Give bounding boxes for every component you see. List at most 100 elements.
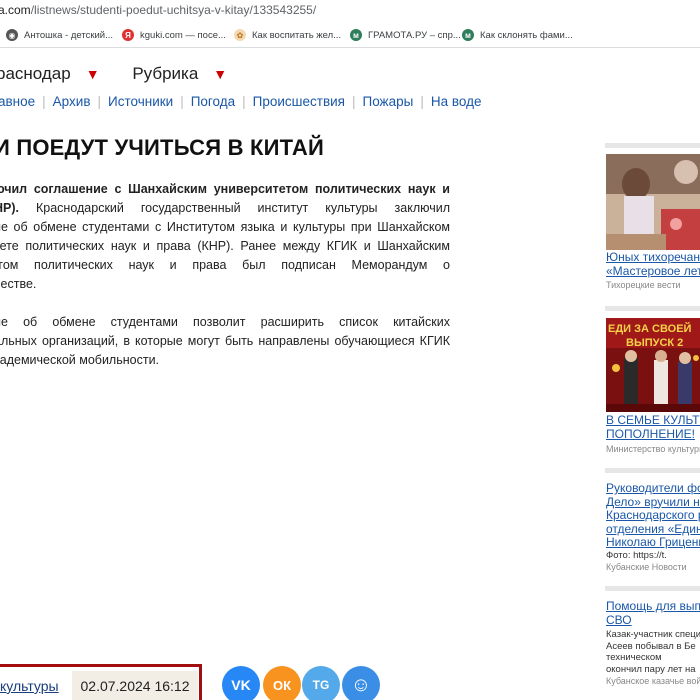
article-headline: И ПОЕДУТ УЧИТЬСЯ В КИТАЙ: [0, 135, 324, 160]
nav-separator: |: [180, 94, 184, 109]
nav-incidents[interactable]: Происшествия: [253, 94, 345, 109]
paragraph-line: тете политических наук и права (КНР). Ра…: [0, 239, 450, 253]
link-line: Помощь для выпу: [606, 600, 700, 613]
nav-separator: |: [351, 94, 356, 109]
sidebar-divider: [605, 468, 700, 473]
nav-weather[interactable]: Погода: [191, 94, 235, 109]
nav-separator: |: [420, 94, 424, 109]
sidebar-divider: [605, 143, 700, 148]
site-selectors: раснодар ▼ Рубрика ▼: [0, 64, 255, 84]
link-line: Дело» вручили на: [606, 494, 700, 509]
bookmark-label: Как воспитать жел...: [252, 29, 342, 41]
text-line: Асеев побывал в Бе: [606, 640, 696, 652]
source-link[interactable]: культуры: [0, 678, 59, 694]
telegram-share-button[interactable]: TG: [302, 666, 340, 700]
text-line: Казак-участник специ: [606, 629, 700, 640]
globe-icon: ◉: [6, 29, 18, 41]
vk-icon: VK: [231, 677, 251, 693]
sidebar-image-2[interactable]: ЕДИ ЗА СВОЕЙ ВЫПУСК 2: [606, 318, 700, 412]
text-line: техническом: [606, 652, 662, 663]
region-label: раснодар: [0, 64, 71, 83]
sidebar-text-4: Казак-участник специ Асеев побывал в Бе …: [606, 629, 700, 675]
link-line: СВО: [606, 612, 632, 627]
text-line: окончил пару лет на: [606, 663, 696, 675]
address-bar[interactable]: a.com/listnews/studenti-poedut-uchitsya-…: [0, 0, 700, 22]
link-line: ПОПОЛНЕНИЕ!: [606, 426, 695, 441]
sidebar-source-4: Кубанское казачье вой: [606, 676, 700, 686]
link-line: В СЕМЬЕ КУЛЬТУ: [606, 414, 700, 427]
banner-text: ЕДИ ЗА СВОЕЙ: [608, 322, 692, 335]
bookmark-label: ГРАМОТА.РУ – спр...: [368, 29, 461, 41]
bookmark-sklonyat[interactable]: м Как склонять фами...: [462, 27, 573, 43]
odnoklassniki-share-button[interactable]: ОК: [263, 666, 301, 700]
link-line: Руководители фо: [606, 482, 700, 495]
sidebar-source-3: Кубанские Новости: [606, 562, 687, 572]
url-path: /listnews/studenti-poedut-uchitsya-v-kit…: [30, 3, 317, 17]
nav-separator: |: [42, 94, 46, 109]
bookmark-label: kguki.com — посе...: [140, 29, 226, 41]
nav-sources[interactable]: Источники: [108, 94, 173, 109]
odnoklassniki-icon: ОК: [272, 677, 292, 693]
url-text[interactable]: a.com/listnews/studenti-poedut-uchitsya-…: [0, 3, 316, 17]
paragraph-line: НР). Краснодарский государственный инсти…: [0, 199, 450, 218]
sidebar-caption-3: Фото: https://t.: [606, 550, 667, 561]
gramota-icon: м: [350, 29, 362, 41]
gramota-icon: м: [462, 29, 474, 41]
nav-main[interactable]: авное: [0, 94, 35, 109]
telegram-icon: TG: [312, 678, 330, 692]
nav-fires[interactable]: Пожары: [363, 94, 414, 109]
sidebar-link-3[interactable]: Руководители фо Дело» вручили на Краснод…: [606, 482, 700, 550]
bookmark-kguki[interactable]: Я kguki.com — посе...: [122, 27, 226, 43]
vk-share-button[interactable]: VK: [222, 666, 260, 700]
bookmark-gramota[interactable]: м ГРАМОТА.РУ – спр...: [350, 27, 461, 43]
bold-prefix: НР).: [0, 201, 19, 215]
url-domain: a.com: [0, 3, 31, 17]
sidebar-source-2: Министерство культуры: [606, 444, 700, 454]
paragraph-line: ггом политических наук и права был подпи…: [0, 258, 450, 272]
bookmark-vospitat[interactable]: ✿ Как воспитать жел...: [234, 27, 341, 43]
paragraph-line: ие об обмене студентами с Институтом язы…: [0, 220, 450, 234]
bookmark-label: Антошка - детский...: [24, 29, 114, 41]
link-line: Краснодарского р: [606, 508, 700, 522]
smile-share-button[interactable]: ☺: [342, 666, 380, 700]
link-line: Юных тихоречан н: [606, 251, 700, 264]
yandex-icon: Я: [122, 29, 134, 41]
nav-separator: |: [97, 94, 102, 109]
sidebar-link-4[interactable]: Помощь для выпу СВО: [606, 600, 700, 627]
sidebar-image-1[interactable]: [606, 154, 700, 250]
bookmark-label: Как склонять фами...: [480, 29, 573, 41]
rubric-selector[interactable]: Рубрика ▼: [132, 64, 241, 83]
rubric-label: Рубрика: [132, 64, 199, 83]
link-line: «Мастеровое лето: [606, 263, 700, 278]
kids-crafts-photo: [606, 154, 700, 250]
paragraph-line: альных организаций, в которые могут быть…: [0, 334, 450, 348]
article-paragraph-2: ие об обмене студентами позволит расшири…: [0, 313, 450, 370]
publish-date: 02.07.2024 16:12: [72, 671, 198, 700]
bookmark-antoshka[interactable]: ◉ Антошка - детский...: [6, 27, 113, 43]
sidebar-source-1: Тихорецкие вести: [606, 280, 681, 290]
bookmarks-bar: ◉ Антошка - детский... Я kguki.com — пос…: [0, 22, 700, 48]
dropdown-arrow-icon: ▼: [213, 66, 228, 82]
nav-archive[interactable]: Архив: [53, 94, 91, 109]
line-text: Краснодарский государственный институт к…: [19, 201, 450, 215]
paragraph-line: ие об обмене студентами позволит расшири…: [0, 315, 450, 329]
main-nav: авное | Архив | Источники | Погода | Происшестви…: [0, 94, 481, 109]
paragraph-line: честве.: [0, 277, 37, 291]
link-line: Николаю Гриценк: [606, 535, 700, 549]
sidebar-divider: [605, 306, 700, 311]
nav-water[interactable]: На воде: [431, 94, 482, 109]
sidebar-link-2[interactable]: В СЕМЬЕ КУЛЬТУ ПОПОЛНЕНИЕ!: [606, 414, 700, 441]
nav-separator: |: [242, 94, 246, 109]
smile-icon: ☺: [350, 673, 372, 696]
paragraph-line: ючил соглашение с Шанхайским университет…: [0, 182, 450, 196]
paragraph-line: кадемической мобильности.: [0, 353, 160, 367]
article-paragraph-1: ючил соглашение с Шанхайским университет…: [0, 180, 450, 294]
sidebar-divider: [605, 586, 700, 591]
dropdown-arrow-icon: ▼: [85, 66, 100, 82]
sidebar-link-1[interactable]: Юных тихоречан н «Мастеровое лето: [606, 251, 700, 278]
banner-subtext: ВЫПУСК 2: [626, 337, 683, 349]
flower-icon: ✿: [234, 29, 246, 41]
region-selector[interactable]: раснодар ▼: [0, 64, 114, 83]
graduation-photo: ЕДИ ЗА СВОЕЙ ВЫПУСК 2: [606, 318, 700, 412]
link-line: отделения «Едино: [606, 521, 700, 536]
